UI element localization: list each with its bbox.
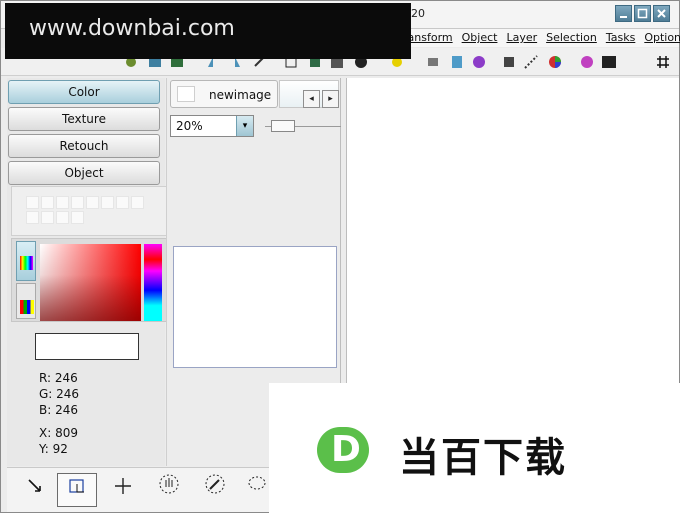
zoom-value: 20% bbox=[176, 119, 203, 133]
pointer-tool-button[interactable] bbox=[15, 473, 55, 507]
layers-panel-icon[interactable] bbox=[449, 54, 465, 70]
watermark-logo-letter: D bbox=[331, 429, 361, 470]
hand-tool-button[interactable] bbox=[149, 473, 189, 507]
crop-tool-button[interactable] bbox=[57, 473, 97, 507]
image-canvas[interactable] bbox=[346, 78, 679, 384]
minimize-button[interactable] bbox=[615, 5, 632, 22]
palette-icon bbox=[20, 300, 34, 314]
menu-options[interactable]: Options bbox=[644, 29, 680, 47]
lasso-tool-icon bbox=[248, 476, 266, 490]
swatch[interactable] bbox=[71, 211, 84, 224]
swatch[interactable] bbox=[41, 196, 54, 209]
watermark-url: www.downbai.com bbox=[29, 16, 235, 41]
color-preview bbox=[35, 333, 139, 360]
crop-tool-icon bbox=[69, 479, 84, 493]
watermark-bottom: D 当百下载 bbox=[269, 383, 680, 513]
tab-prev-button[interactable]: ◂ bbox=[303, 90, 320, 108]
color-wheel-icon[interactable] bbox=[547, 54, 563, 70]
document-tab-label: newimage bbox=[209, 88, 272, 102]
swatch[interactable] bbox=[71, 196, 84, 209]
swatch[interactable] bbox=[26, 196, 39, 209]
spectrum-icon bbox=[20, 256, 33, 270]
color-picker bbox=[11, 238, 167, 322]
tab-next-button[interactable]: ▸ bbox=[322, 90, 339, 108]
move-tool-button[interactable] bbox=[103, 473, 143, 507]
saturation-value-field[interactable] bbox=[40, 244, 141, 321]
zoom-slider-thumb[interactable] bbox=[271, 120, 295, 132]
app-window: 20 ransform Object Layer Selection Tasks… bbox=[0, 0, 680, 513]
maximize-button[interactable] bbox=[634, 5, 651, 22]
eyedropper-tool-button[interactable] bbox=[195, 473, 235, 507]
green-value: G: 246 bbox=[39, 387, 80, 401]
x-coordinate: X: 809 bbox=[39, 426, 78, 440]
swatch[interactable] bbox=[41, 211, 54, 224]
menu-tasks[interactable]: Tasks bbox=[606, 29, 635, 47]
menu-selection[interactable]: Selection bbox=[546, 29, 597, 47]
hue-slider[interactable] bbox=[144, 244, 162, 321]
tab-texture[interactable]: Texture bbox=[8, 107, 160, 131]
grid-icon[interactable] bbox=[655, 54, 671, 70]
document-tab[interactable]: newimage bbox=[170, 80, 278, 108]
tab-color[interactable]: Color bbox=[8, 80, 160, 104]
tab-retouch[interactable]: Retouch bbox=[8, 134, 160, 158]
menu-layer[interactable]: Layer bbox=[506, 29, 537, 47]
zoom-select[interactable]: 20% ▾ bbox=[170, 115, 254, 137]
navigator-preview[interactable] bbox=[173, 246, 337, 368]
pointer-tool-icon bbox=[28, 479, 41, 492]
tab-strip: ◂ ▸ bbox=[279, 80, 339, 108]
select-shape-icon[interactable] bbox=[523, 54, 539, 70]
blue-value: B: 246 bbox=[39, 403, 78, 417]
palette-mode-button[interactable] bbox=[16, 283, 36, 319]
chevron-down-icon[interactable]: ▾ bbox=[236, 116, 253, 136]
brush-icon[interactable] bbox=[425, 54, 441, 70]
watermark-brand: 当百下载 bbox=[399, 435, 567, 481]
swatch[interactable] bbox=[56, 211, 69, 224]
swatch[interactable] bbox=[131, 196, 144, 209]
move-tool-icon bbox=[115, 478, 131, 494]
menu-bar: ransform Object Layer Selection Tasks Op… bbox=[401, 29, 680, 47]
maximize-icon bbox=[637, 8, 648, 19]
window-controls bbox=[615, 5, 670, 22]
close-button[interactable] bbox=[653, 5, 670, 22]
hand-tool-icon bbox=[159, 474, 179, 494]
eyedropper-tool-icon bbox=[205, 474, 225, 494]
watermark-top: www.downbai.com bbox=[5, 3, 411, 59]
document-thumbnail-icon bbox=[177, 86, 195, 102]
colorize-icon[interactable] bbox=[471, 54, 487, 70]
swatch[interactable] bbox=[56, 196, 69, 209]
swatch[interactable] bbox=[86, 196, 99, 209]
swatch[interactable] bbox=[26, 211, 39, 224]
red-value: R: 246 bbox=[39, 371, 78, 385]
gif-icon[interactable] bbox=[601, 54, 617, 70]
stamp-icon[interactable] bbox=[501, 54, 517, 70]
y-coordinate: Y: 92 bbox=[39, 442, 68, 456]
swatch[interactable] bbox=[116, 196, 129, 209]
left-panel: Color Texture Retouch Object R: 246 G: 2… bbox=[7, 78, 167, 466]
tool-bar bbox=[7, 467, 269, 512]
hue-icon[interactable] bbox=[579, 54, 595, 70]
usm-icon[interactable] bbox=[625, 54, 641, 70]
minimize-icon bbox=[620, 16, 627, 18]
spectrum-mode-button[interactable] bbox=[16, 241, 36, 281]
swatch[interactable] bbox=[101, 196, 114, 209]
tab-object[interactable]: Object bbox=[8, 161, 160, 185]
swatch-palette bbox=[11, 186, 167, 236]
menu-object[interactable]: Object bbox=[462, 29, 498, 47]
window-title: 20 bbox=[411, 7, 425, 20]
close-icon bbox=[657, 9, 666, 18]
